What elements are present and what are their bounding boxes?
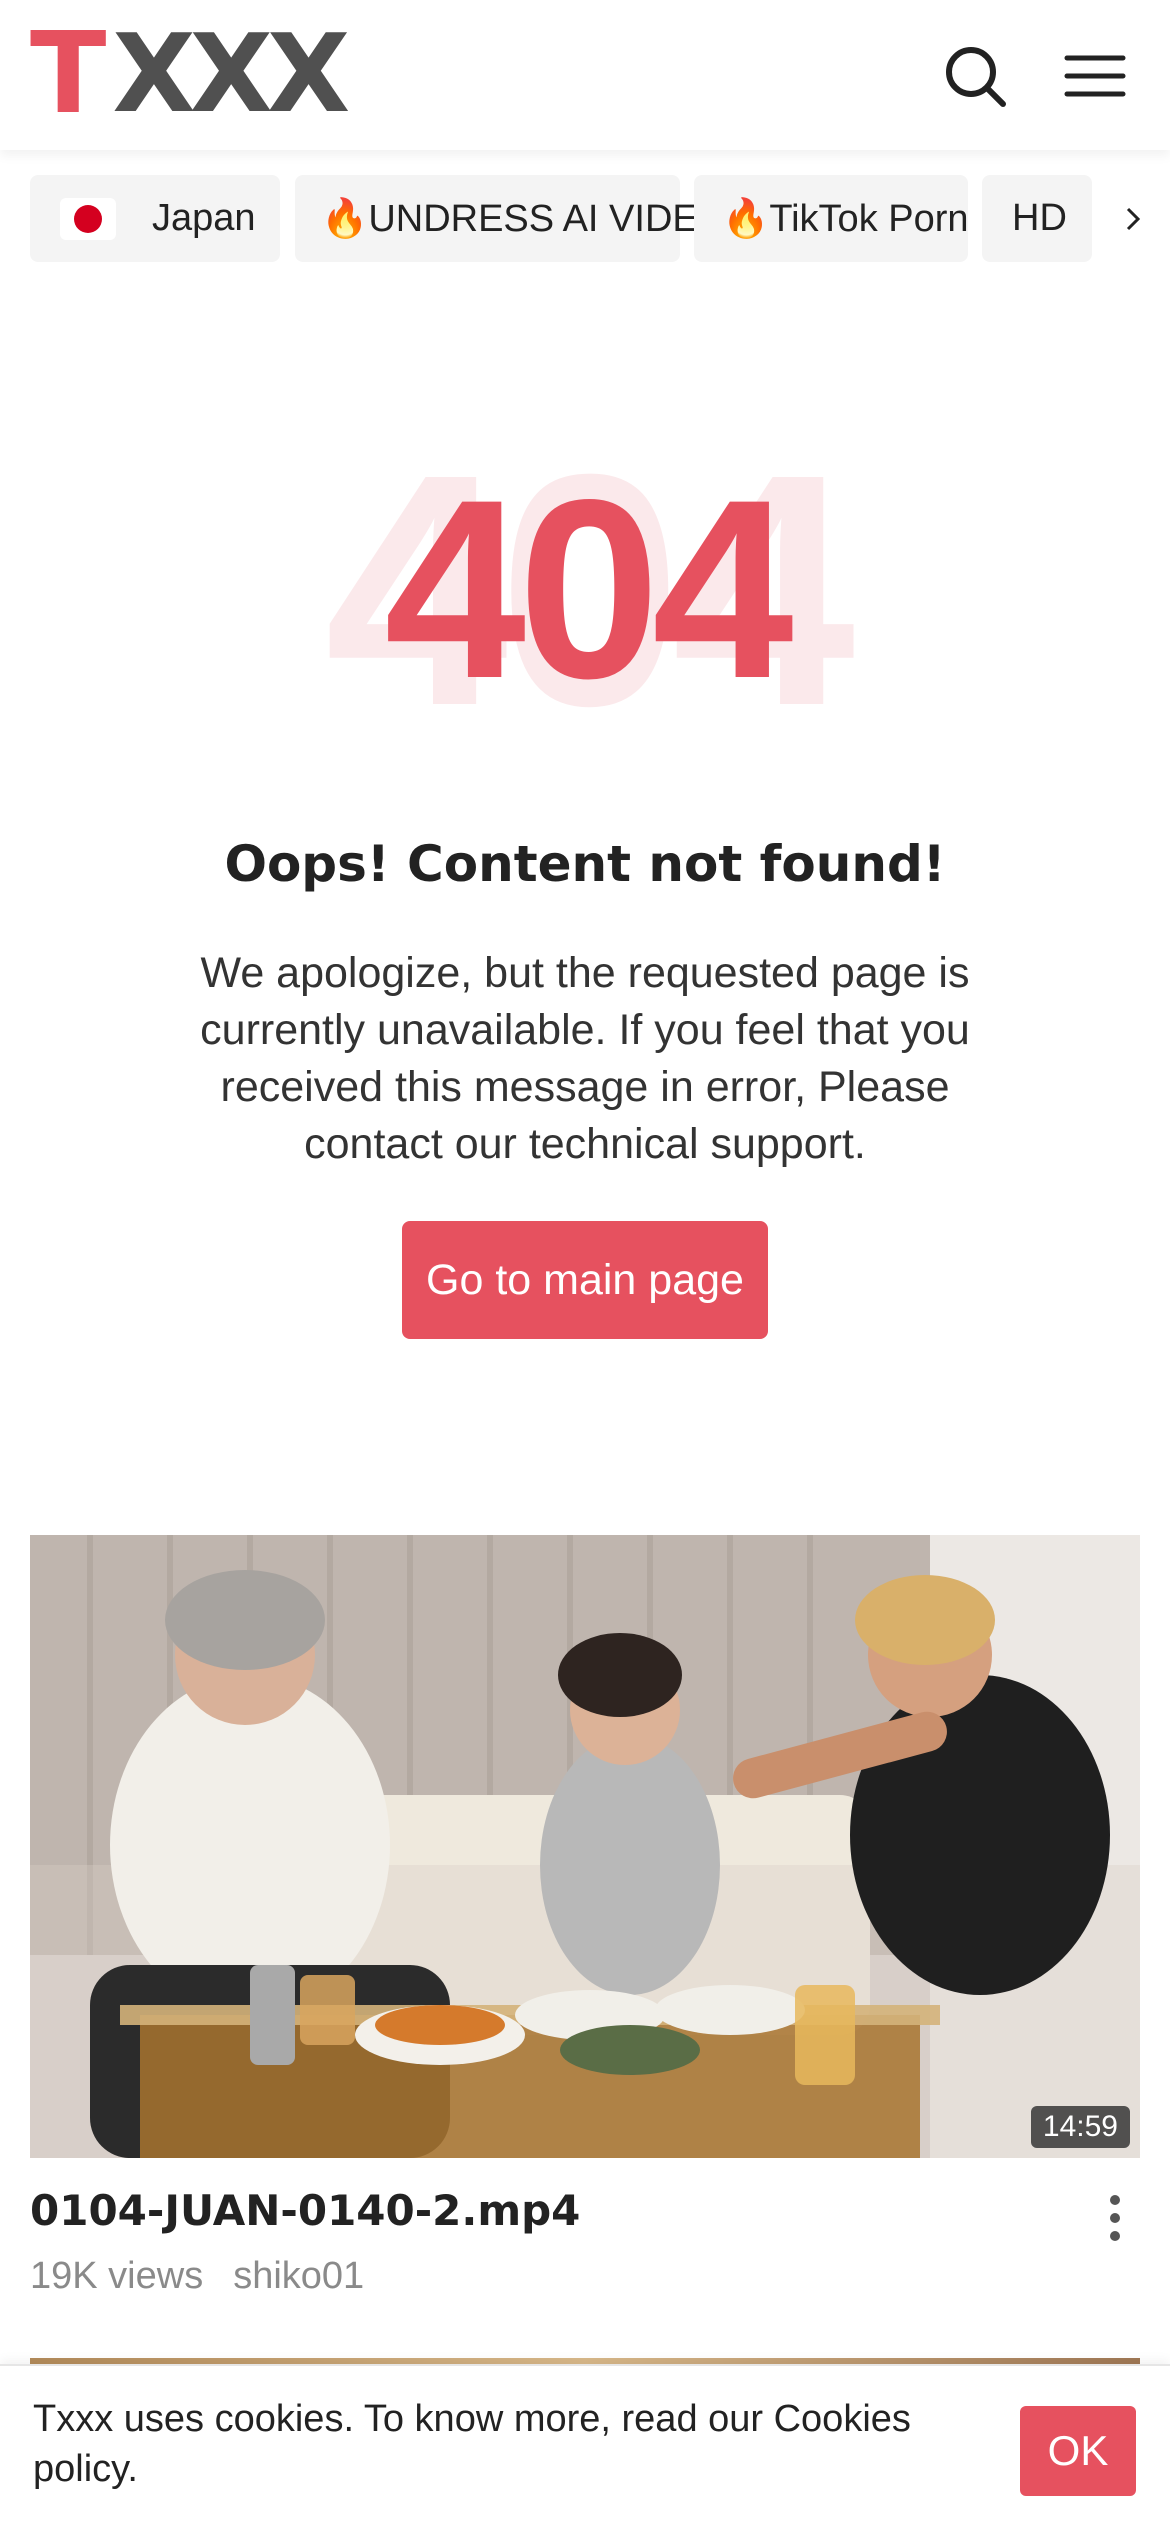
- go-to-main-page-button[interactable]: Go to main page: [402, 1221, 768, 1339]
- cookie-banner: Txxx uses cookies. To know more, read ou…: [0, 2364, 1170, 2534]
- category-chips: Japan 🔥UNDRESS AI VIDEO 🔥TikTok Porn HD: [0, 175, 1170, 265]
- chip-tiktok-porn[interactable]: 🔥TikTok Porn: [694, 175, 969, 262]
- cookie-message: Txxx uses cookies. To know more, read ou…: [33, 2398, 911, 2490]
- chip-label: HD: [1012, 197, 1067, 239]
- video-thumbnail[interactable]: 14:59: [30, 1535, 1140, 2158]
- more-vertical-icon[interactable]: [1095, 2190, 1135, 2246]
- chevron-right-icon[interactable]: [1095, 175, 1170, 262]
- chip-label: Japan: [152, 197, 256, 239]
- chip-undress-ai-video[interactable]: 🔥UNDRESS AI VIDEO: [295, 175, 727, 262]
- logo-letter-t: T: [30, 9, 107, 139]
- video-title[interactable]: 0104-JUAN-0140-2.mp4: [30, 2186, 580, 2235]
- video-meta: 19K views shiko01: [30, 2255, 364, 2298]
- chip-label: 🔥UNDRESS AI VIDEO: [321, 197, 728, 240]
- cookie-ok-button[interactable]: OK: [1020, 2406, 1136, 2496]
- video-uploader[interactable]: shiko01: [233, 2255, 364, 2297]
- video-duration-badge: 14:59: [1030, 2106, 1130, 2148]
- error-code: 404: [384, 447, 793, 732]
- hamburger-menu-icon[interactable]: [1055, 36, 1135, 116]
- chip-hd[interactable]: HD: [982, 175, 1092, 262]
- site-logo[interactable]: T XXX: [30, 9, 350, 139]
- top-header: T XXX: [0, 0, 1170, 150]
- search-icon[interactable]: [935, 36, 1015, 116]
- chip-label: 🔥TikTok Porn: [722, 197, 969, 240]
- error-code-graphic: 404 404: [0, 425, 1170, 755]
- logo-letters-xxx: XXX: [112, 12, 350, 137]
- japan-flag-icon: [60, 197, 116, 240]
- chip-japan[interactable]: Japan: [30, 175, 280, 262]
- error-heading: Oops! Content not found!: [224, 835, 946, 893]
- video-views: 19K views: [30, 2255, 204, 2297]
- error-message: We apologize, but the requested page is …: [200, 949, 970, 1168]
- thumbnail-image: [30, 1535, 1140, 2158]
